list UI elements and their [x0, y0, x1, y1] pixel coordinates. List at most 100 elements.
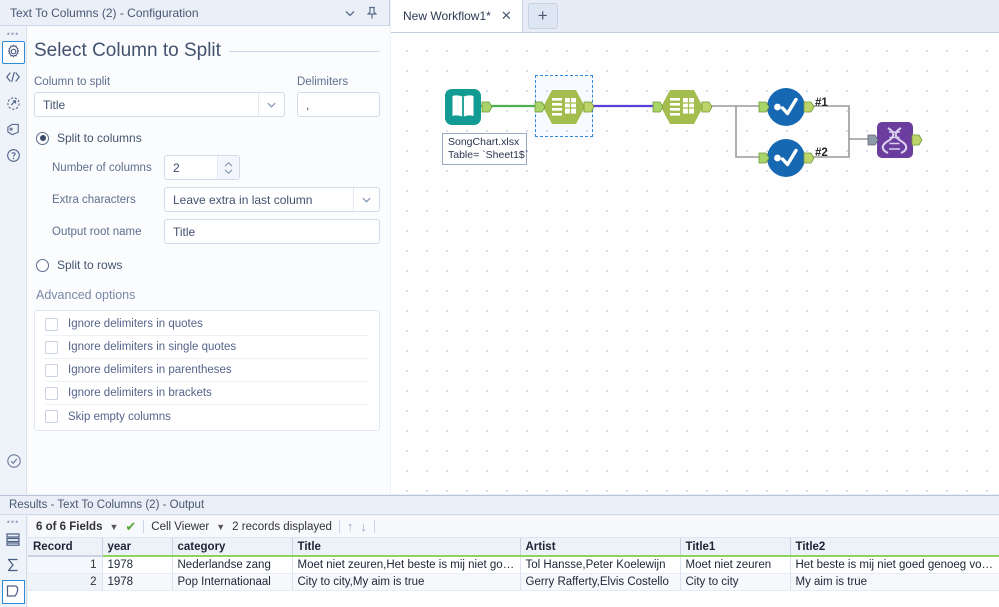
input-data-tool[interactable] [443, 87, 493, 130]
configuration-icon-rail: ••• [0, 26, 27, 494]
select-tool-2[interactable] [758, 137, 815, 182]
cell-title: Moet niet zeuren,Het beste is mij niet g… [292, 556, 521, 574]
output-anchor[interactable] [803, 152, 815, 164]
chevron-down-icon[interactable]: ▼ [109, 522, 118, 532]
input-anchor[interactable] [758, 101, 770, 113]
delimiters-value: , [306, 97, 310, 112]
column-header-year[interactable]: year [102, 538, 173, 557]
results-pane: Results - Text To Columns (2) - Output •… [0, 495, 999, 607]
table-row[interactable]: 2 1978 Pop Internationaal City to city,M… [28, 573, 999, 591]
new-tab-button[interactable]: + [527, 3, 558, 29]
text-to-columns-tool[interactable] [534, 87, 595, 130]
alteryx-designer-window: Text To Columns (2) - Configuration ••• [0, 0, 999, 607]
extra-characters-select[interactable]: Leave extra in last column [164, 187, 380, 212]
select-tool-1[interactable] [758, 86, 815, 131]
cell-record: 1 [28, 556, 103, 574]
chevron-down-icon[interactable] [339, 2, 361, 24]
stepper-arrows[interactable] [217, 156, 239, 179]
split-to-columns-label: Split to columns [57, 131, 142, 145]
chevron-down-icon [224, 168, 233, 174]
join-multiple-tool[interactable] [867, 121, 923, 162]
column-header-artist[interactable]: Artist [520, 538, 681, 557]
chevron-down-icon[interactable] [258, 93, 284, 116]
column-to-split-value: Title [43, 97, 66, 112]
column-header-title[interactable]: Title [292, 538, 521, 557]
sidebar-item-xml-view[interactable] [2, 67, 25, 90]
split-to-rows-label: Split to rows [57, 258, 123, 272]
workflow-canvas-area: New Workflow1* ✕ + SongChart.xlsx Table=… [391, 0, 999, 494]
configuration-titlebar: Text To Columns (2) - Configuration [0, 0, 389, 26]
number-of-columns-stepper[interactable]: 2 [164, 155, 240, 180]
cell-year: 1978 [102, 573, 173, 591]
cell-viewer-label[interactable]: Cell Viewer [151, 521, 209, 533]
results-view-data[interactable] [2, 528, 25, 552]
sidebar-item-help[interactable] [2, 145, 25, 168]
checkbox-ignore-brackets[interactable]: Ignore delimiters in brackets [45, 382, 369, 405]
input-anchor[interactable] [758, 152, 770, 164]
column-header-record[interactable]: Record [28, 538, 103, 557]
results-icon-rail: ••• [0, 516, 27, 607]
split-to-rows-radio[interactable]: Split to rows [36, 258, 380, 272]
delimiters-input[interactable]: , [297, 92, 380, 117]
column-to-split-select[interactable]: Title [34, 92, 285, 117]
results-view-profile[interactable] [2, 554, 25, 578]
output-anchor[interactable] [701, 101, 713, 113]
green-check-icon[interactable]: ✔ [125, 519, 136, 535]
drag-handle-dots[interactable]: ••• [6, 30, 20, 39]
cell-title1: Moet niet zeuren [680, 556, 791, 574]
number-of-columns-value: 2 [173, 160, 180, 175]
sidebar-item-tag[interactable] [2, 119, 25, 142]
number-of-columns-row: Number of columns 2 [34, 155, 380, 180]
extra-characters-label: Extra characters [52, 193, 136, 206]
chevron-down-icon[interactable] [353, 188, 379, 211]
drag-handle-dots[interactable]: ••• [6, 518, 20, 527]
fields-count-label[interactable]: 6 of 6 Fields [36, 521, 102, 533]
extra-characters-value: Leave extra in last column [173, 192, 313, 207]
results-view-output[interactable] [1, 580, 25, 604]
close-icon[interactable]: ✕ [501, 8, 512, 24]
table-header-row: Record year category Title Artist Title1… [28, 538, 999, 557]
checkbox-skip-empty-columns[interactable]: Skip empty columns [45, 405, 369, 428]
tab-new-workflow1[interactable]: New Workflow1* ✕ [391, 0, 523, 32]
cell-title2: Het beste is mij niet goed genoeg voor j… [790, 556, 999, 574]
chevron-down-icon[interactable]: ▼ [216, 522, 225, 532]
input-anchor[interactable] [652, 101, 664, 113]
chevron-up-icon [224, 161, 233, 167]
check-circle-icon[interactable] [6, 453, 22, 472]
text-to-columns-tool-2[interactable] [652, 87, 713, 130]
checkbox-ignore-quotes[interactable]: Ignore delimiters in quotes [45, 313, 369, 336]
header-rule [228, 50, 380, 52]
input-anchor[interactable] [534, 101, 546, 113]
toolbar-separator [338, 520, 340, 533]
arrow-up-icon[interactable]: ↑ [347, 519, 354, 534]
column-header-title1[interactable]: Title1 [680, 538, 791, 557]
input-anchor[interactable] [867, 134, 879, 146]
checkbox-label: Ignore delimiters in quotes [68, 318, 203, 330]
output-anchor[interactable] [481, 101, 493, 113]
arrow-down-icon[interactable]: ↓ [360, 519, 367, 534]
checkbox-ignore-single-quotes[interactable]: Ignore delimiters in single quotes [45, 336, 369, 359]
output-anchor[interactable] [803, 101, 815, 113]
output-root-name-input[interactable]: Title [164, 219, 380, 244]
output-anchor[interactable] [911, 134, 923, 146]
column-header-category[interactable]: category [172, 538, 293, 557]
workflow-tabstrip: New Workflow1* ✕ + [391, 0, 999, 33]
workflow-canvas[interactable]: SongChart.xlsx Table= `Sheet1$` #1 #2 [391, 33, 999, 494]
results-content: 6 of 6 Fields ▼ ✔ Cell Viewer ▼ 2 record… [28, 516, 999, 607]
radio-selected-icon [36, 131, 49, 145]
table-row[interactable]: 1 1978 Nederlandse zang Moet niet zeuren… [28, 556, 999, 574]
results-title: Results - Text To Columns (2) - Output [0, 496, 999, 515]
pin-icon[interactable] [361, 2, 383, 24]
tag-icon [6, 122, 21, 140]
output-anchor[interactable] [583, 101, 595, 113]
checkbox-ignore-parentheses[interactable]: Ignore delimiters in parentheses [45, 359, 369, 382]
output-root-name-row: Output root name Title [34, 219, 380, 244]
configuration-body: Select Column to Split Column to split T… [28, 26, 390, 494]
sidebar-item-configuration[interactable] [1, 41, 25, 64]
split-to-columns-radio[interactable]: Split to columns [36, 131, 380, 145]
sidebar-item-annotation[interactable] [2, 93, 25, 116]
help-icon [6, 148, 21, 166]
configuration-panel: Text To Columns (2) - Configuration ••• [0, 0, 390, 494]
cell-title2: My aim is true [790, 573, 999, 591]
column-header-title2[interactable]: Title2 [790, 538, 999, 557]
